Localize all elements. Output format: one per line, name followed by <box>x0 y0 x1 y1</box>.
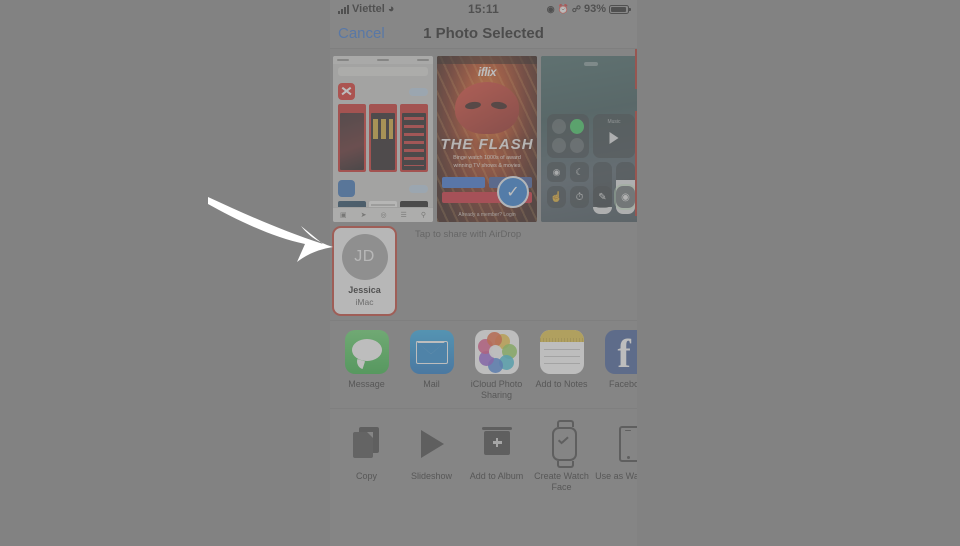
status-bar-right: ◉ ⏰ ☍ 93% <box>546 3 631 15</box>
messages-icon <box>344 330 389 374</box>
share-app-add-to-notes[interactable]: Add to Notes <box>529 330 594 408</box>
share-app-label: Faceboo <box>608 379 637 389</box>
watch-icon <box>544 420 580 468</box>
share-app-label: Mail <box>423 379 440 389</box>
photo-thumbnail-control-center[interactable]: Music ◉ ☾ ☝ ⏱ ✎ ◉ <box>541 56 637 222</box>
music-tile-label: Music <box>607 119 621 125</box>
location-arrow-icon: ◉ <box>546 3 555 14</box>
share-app-mail[interactable]: Mail <box>399 330 464 408</box>
share-app-facebook[interactable]: f Faceboo <box>594 330 637 408</box>
contact-device: iMac <box>355 296 374 307</box>
airdrop-section: Tap to share with AirDrop JD Jessica iMa… <box>330 222 637 321</box>
action-create-watch-face[interactable]: Create Watch Face <box>529 420 594 514</box>
action-slideshow[interactable]: Slideshow <box>399 425 464 514</box>
calculator-tile: ✎ <box>593 186 612 208</box>
play-icon <box>414 425 450 461</box>
share-app-label: iCloud Photo Sharing <box>470 379 523 400</box>
flash-title: THE FLASH <box>440 136 534 153</box>
annotation-arrow <box>208 197 333 262</box>
login-footer: Already a member? Login <box>458 212 516 218</box>
add-to-album-icon <box>479 425 515 461</box>
avatar: JD <box>341 234 388 281</box>
photos-icon <box>474 330 519 374</box>
camera-tile: ◉ <box>616 186 635 208</box>
photo-thumbnail-iflix[interactable]: iflix THE FLASH Binge watch 1000s of awa… <box>437 56 537 222</box>
page-title: 1 Photo Selected <box>423 24 544 42</box>
bluetooth-icon: ☍ <box>571 3 581 14</box>
alarm-clock-icon: ⏰ <box>557 3 569 14</box>
contact-name: Jessica <box>348 285 381 296</box>
flash-tagline: Binge watch 1000s of award winning TV sh… <box>453 155 521 170</box>
actions-row[interactable]: Copy Slideshow Add to Album Create Watch… <box>330 409 637 514</box>
thumb-search-bar <box>338 67 428 76</box>
action-label: Copy <box>355 471 377 481</box>
facebook-icon: f <box>604 330 637 374</box>
battery-icon <box>609 4 631 14</box>
action-copy[interactable]: Copy <box>334 425 399 514</box>
selected-check-icon: ✓ <box>497 176 529 208</box>
flashlight-tile: ☝ <box>547 186 566 208</box>
action-use-as-wallpaper[interactable]: Use as Wallpap <box>594 425 637 514</box>
battery-percent-label: 93% <box>583 3 606 15</box>
action-label: Use as Wallpap <box>595 471 637 481</box>
action-add-to-album[interactable]: Add to Album <box>464 425 529 514</box>
mail-icon <box>409 330 454 374</box>
share-app-label: Add to Notes <box>535 379 588 389</box>
photo-thumbnail-app-store[interactable]: ▣ ➤ ◎ ☰ ⚲ <box>333 56 433 222</box>
right-edge-marker-2 <box>635 111 637 216</box>
action-label: Create Watch Face <box>534 471 589 493</box>
google-signin-button <box>442 177 485 188</box>
status-bar: Viettel ◕ 15:11 ◉ ⏰ ☍ 93% <box>330 0 637 18</box>
share-app-label: Message <box>348 379 385 389</box>
notes-icon <box>539 330 584 374</box>
selected-photos-strip[interactable]: ▣ ➤ ◎ ☰ ⚲ iflix THE FLASH Binge watch 1000s … <box>330 49 637 222</box>
phone-icon <box>609 425 637 462</box>
action-label: Add to Album <box>469 471 524 481</box>
thumb-get-button <box>409 184 428 193</box>
share-app-icloud-photo-sharing[interactable]: iCloud Photo Sharing <box>464 330 529 408</box>
timer-tile: ⏱ <box>570 186 589 208</box>
copy-icon <box>349 425 385 461</box>
thumb-open-button <box>409 87 428 96</box>
thumb-app-icon <box>338 83 355 100</box>
share-app-message[interactable]: Message <box>334 330 399 408</box>
right-edge-marker <box>635 49 637 89</box>
airdrop-hint-label: Tap to share with AirDrop <box>415 229 522 240</box>
phone-screen: Viettel ◕ 15:11 ◉ ⏰ ☍ 93% Cancel 1 Photo… <box>330 0 637 546</box>
iflix-logo: iflix <box>477 65 497 79</box>
share-sheet-nav-bar: Cancel 1 Photo Selected <box>330 18 637 49</box>
share-apps-row[interactable]: Message Mail iCloud Photo Sharing Add to… <box>330 321 637 409</box>
action-label: Slideshow <box>410 471 453 481</box>
screenshot-root: Viettel ◕ 15:11 ◉ ⏰ ☍ 93% Cancel 1 Photo… <box>0 0 960 546</box>
